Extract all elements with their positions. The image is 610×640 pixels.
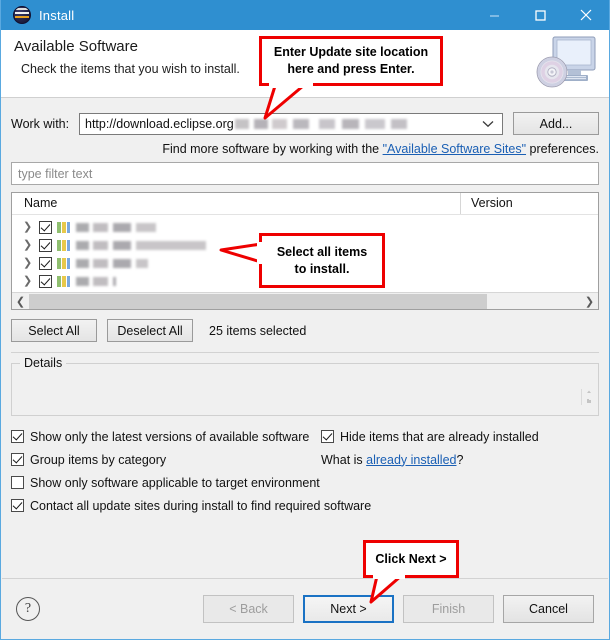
title-bar: Install	[1, 0, 609, 30]
callout-next-pointer	[369, 572, 405, 604]
details-legend: Details	[20, 356, 67, 370]
filter-input[interactable]: type filter text	[11, 162, 599, 185]
row-checkbox[interactable]	[39, 274, 52, 288]
row-name-redacted	[76, 240, 206, 250]
options-row-1: Show only the latest versions of availab…	[11, 425, 599, 448]
find-more-suffix: preferences.	[526, 142, 600, 156]
install-dialog: Install Available Software Check the ite…	[0, 0, 610, 640]
eclipse-logo-icon	[13, 6, 31, 24]
close-icon[interactable]	[563, 0, 609, 30]
expand-arrow-icon[interactable]: ❯	[23, 257, 39, 269]
row-checkbox[interactable]	[39, 238, 52, 252]
filter-placeholder: type filter text	[18, 166, 93, 181]
monitor-cd-icon	[535, 35, 599, 95]
expand-arrow-icon[interactable]: ❯	[23, 239, 39, 251]
checkbox[interactable]	[321, 430, 334, 443]
back-button[interactable]: < Back	[203, 594, 294, 623]
horizontal-scrollbar[interactable]: ❮ ❯	[12, 292, 598, 309]
selection-bar: Select All Deselect All 25 items selecte…	[11, 310, 599, 342]
option-show-latest-versions[interactable]: Show only the latest versions of availab…	[11, 430, 309, 444]
dialog-body: Work with: http://download.eclipse.org A…	[1, 98, 609, 600]
scrollbar-track[interactable]	[29, 293, 581, 310]
tree-header: Name Version	[12, 193, 598, 215]
option-group-by-category[interactable]: Group items by category	[11, 453, 166, 467]
cancel-button[interactable]: Cancel	[503, 594, 594, 623]
callout-url-line1: Enter Update site location	[273, 45, 429, 60]
window-controls	[471, 0, 609, 30]
select-all-button[interactable]: Select All	[11, 319, 97, 342]
option-label: Show only the latest versions of availab…	[30, 429, 310, 444]
checkbox[interactable]	[11, 476, 24, 489]
callout-items-pointer	[219, 242, 266, 264]
add-button[interactable]: Add...	[513, 112, 599, 135]
column-header-name[interactable]: Name	[12, 193, 460, 214]
chevron-right-icon[interactable]: ❯	[581, 293, 598, 310]
find-more-prefix: Find more software by working with the	[162, 142, 383, 156]
row-name-redacted	[76, 222, 156, 232]
available-software-sites-link[interactable]: "Available Software Sites"	[383, 142, 526, 156]
callout-items: Select all items to install.	[259, 233, 385, 288]
items-selected-count: 25 items selected	[209, 323, 307, 338]
feature-bars-icon	[57, 257, 70, 269]
callout-next-line1: Click Next >	[375, 551, 447, 566]
work-with-value: http://download.eclipse.org	[85, 116, 234, 131]
option-contact-all-update-sites[interactable]: Contact all update sites during install …	[11, 499, 371, 513]
feature-bars-icon	[57, 239, 70, 251]
checkbox[interactable]	[11, 499, 24, 512]
option-hide-installed[interactable]: Hide items that are already installed	[321, 430, 539, 444]
column-header-version[interactable]: Version	[460, 193, 598, 214]
work-with-label: Work with:	[11, 116, 70, 131]
checkbox[interactable]	[11, 430, 24, 443]
callout-url-line2: here and press Enter.	[287, 62, 415, 76]
scrollbar-thumb[interactable]	[29, 293, 488, 309]
expand-arrow-icon[interactable]: ❯	[23, 275, 39, 287]
row-checkbox[interactable]	[39, 220, 52, 234]
row-checkbox[interactable]	[39, 256, 52, 270]
row-name-redacted	[76, 258, 148, 268]
expand-arrow-icon[interactable]: ❯	[23, 221, 39, 233]
callout-url: Enter Update site location here and pres…	[259, 36, 443, 86]
option-target-environment[interactable]: Show only software applicable to target …	[11, 476, 320, 490]
feature-bars-icon	[57, 221, 70, 233]
find-more-text: Find more software by working with the "…	[11, 135, 599, 162]
question-mark-icon[interactable]: ?	[16, 596, 40, 621]
checkbox[interactable]	[11, 453, 24, 466]
option-label: Group items by category	[30, 452, 167, 467]
chevron-down-icon[interactable]	[482, 115, 494, 133]
window-title: Install	[39, 7, 75, 23]
options-row-4: Contact all update sites during install …	[11, 494, 599, 517]
options-section: Show only the latest versions of availab…	[11, 425, 599, 517]
details-group: Details	[11, 356, 599, 416]
deselect-all-button[interactable]: Deselect All	[107, 319, 193, 342]
divider	[11, 352, 599, 353]
callout-items-line2: to install.	[294, 261, 350, 276]
feature-bars-icon	[57, 275, 70, 287]
row-name-redacted	[76, 276, 116, 286]
callout-url-pointer	[263, 80, 313, 120]
dialog-footer: ? < Back Next > Finish Cancel	[2, 578, 608, 638]
what-is-suffix: ?	[456, 452, 464, 467]
callout-items-line1: Select all items	[276, 244, 368, 259]
resize-grip-icon[interactable]	[581, 389, 594, 411]
what-is-already-installed: What is already installed?	[321, 453, 463, 467]
options-row-2: Group items by category What is already …	[11, 448, 599, 471]
minimize-icon[interactable]	[471, 0, 517, 30]
option-label: Hide items that are already installed	[340, 429, 539, 444]
maximize-icon[interactable]	[517, 0, 563, 30]
chevron-left-icon[interactable]: ❮	[12, 293, 29, 310]
option-label: Show only software applicable to target …	[30, 475, 320, 490]
what-is-prefix: What is	[321, 452, 367, 467]
options-row-3: Show only software applicable to target …	[11, 471, 599, 494]
option-label: Contact all update sites during install …	[30, 498, 372, 513]
already-installed-link[interactable]: already installed	[366, 453, 456, 467]
